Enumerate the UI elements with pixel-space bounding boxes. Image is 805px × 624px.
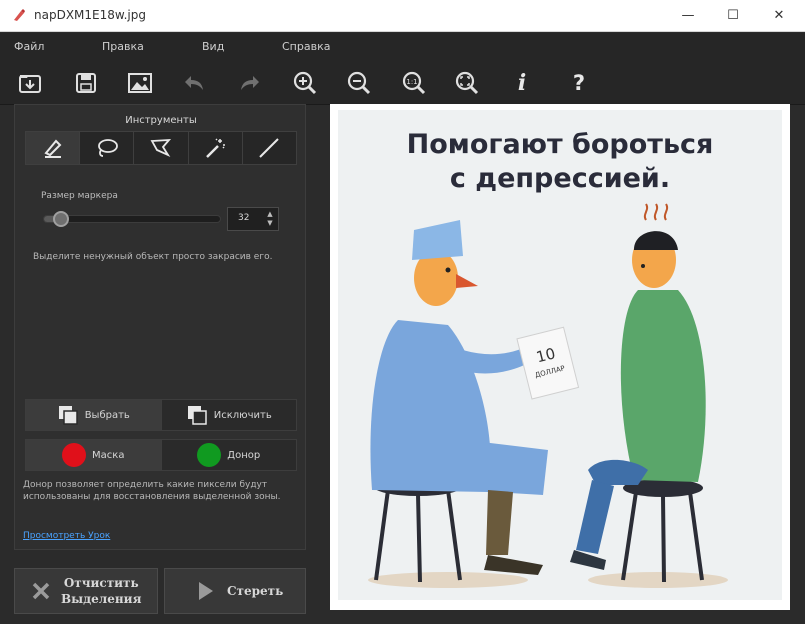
close-icon: ✕ (773, 7, 785, 23)
app-icon (14, 9, 25, 21)
tools-panel-header: Инструменты (125, 115, 197, 126)
open-icon (19, 75, 41, 93)
image-button[interactable] (126, 69, 154, 97)
donor-color-dot (197, 443, 222, 467)
view-lesson-link[interactable]: Просмотреть Урок (23, 531, 110, 541)
clear-x-icon (32, 582, 50, 600)
tool-magic-wand[interactable] (189, 132, 243, 164)
pencil-icon (44, 139, 62, 158)
mask-mode-label: Маска (92, 449, 125, 461)
selection-mode-toggle: Выбрать Исключить (25, 399, 297, 431)
menu-file[interactable]: Файл (14, 40, 44, 53)
donor-mode-label: Донор (227, 449, 261, 461)
maximize-button[interactable]: ☐ (718, 4, 748, 26)
spin-arrows-icon[interactable]: ▲ ▼ (265, 210, 275, 228)
erase-label: Стереть (227, 584, 284, 598)
zoom-1to1-button[interactable]: 1:1 (400, 69, 428, 97)
marker-size-slider-handle[interactable] (53, 211, 69, 227)
zoom-fit-icon (455, 71, 479, 95)
exclude-mode-button[interactable]: Исключить (161, 400, 296, 430)
poster-image: Помогают бороться с депрессией. 10 ДОЛЛА… (338, 110, 782, 600)
toolbar: 1:1 i ? (0, 61, 805, 105)
image-icon (128, 73, 152, 93)
open-button[interactable] (16, 69, 44, 97)
clear-selection-label: Отчистить Выделения (61, 575, 141, 607)
magic-wand-icon (206, 138, 226, 158)
tool-line[interactable] (243, 132, 296, 164)
zoom-in-icon (293, 71, 317, 95)
close-button[interactable]: ✕ (764, 4, 794, 26)
help-button[interactable]: ? (565, 69, 593, 97)
select-mode-button[interactable]: Выбрать (26, 400, 162, 430)
exclude-mode-icon (187, 406, 207, 425)
marker-size-label: Размер маркера (41, 191, 118, 201)
redo-icon (241, 76, 259, 90)
zoom-out-icon (347, 71, 371, 95)
zoom-fit-button[interactable] (453, 69, 481, 97)
exclude-mode-label: Исключить (213, 409, 272, 421)
zoom-1to1-icon: 1:1 (402, 71, 426, 95)
save-icon (76, 73, 96, 93)
marker-size-spinbox[interactable]: 32 ▲ ▼ (227, 207, 279, 231)
zoom-out-button[interactable] (345, 69, 373, 97)
marker-size-slider[interactable] (43, 215, 221, 223)
mask-mode-button[interactable]: Маска (26, 440, 162, 470)
maximize-icon: ☐ (727, 7, 739, 23)
lasso-icon (97, 139, 118, 157)
zoom-in-button[interactable] (291, 69, 319, 97)
title-bar: napDXM1E18w.jpg — ☐ ✕ (0, 0, 805, 32)
tool-polygon-lasso[interactable] (134, 132, 189, 164)
save-button[interactable] (72, 69, 100, 97)
info-button[interactable]: i (508, 69, 536, 97)
donor-hint-text: Донор позволяет определить какие пиксели… (23, 480, 281, 502)
play-icon (199, 582, 213, 600)
mask-color-dot (62, 443, 87, 467)
undo-icon (185, 76, 203, 90)
brush-mode-toggle: Маска Донор (25, 439, 297, 471)
tool-lasso[interactable] (80, 132, 135, 164)
polygon-lasso-icon (150, 138, 172, 158)
erase-button[interactable]: Стереть (164, 568, 306, 614)
marker-size-value: 32 (238, 213, 250, 223)
svg-text:1:1: 1:1 (406, 78, 417, 86)
window-title: napDXM1E18w.jpg (34, 8, 146, 22)
info-icon: i (517, 70, 527, 96)
tools-panel: Инструменты Размер маркера 32 ▲ ▼ Выделит… (14, 104, 306, 550)
select-mode-icon (58, 406, 78, 425)
menu-edit[interactable]: Правка (102, 40, 144, 53)
tool-hint-text: Выделите ненужный объект просто закрасив… (33, 252, 273, 262)
minimize-icon: — (681, 7, 695, 23)
clear-label-line2: Выделения (61, 592, 142, 606)
redo-button[interactable] (236, 69, 264, 97)
donor-mode-button[interactable]: Донор (161, 440, 296, 470)
menu-help[interactable]: Справка (282, 40, 330, 53)
undo-button[interactable] (180, 69, 208, 97)
poster-illustration: 10 ДОЛЛАР (368, 203, 728, 588)
minimize-button[interactable]: — (673, 4, 703, 26)
tool-selector (25, 131, 297, 165)
menu-view[interactable]: Вид (202, 40, 224, 53)
image-canvas[interactable]: Помогают бороться с депрессией. 10 ДОЛЛА… (330, 104, 790, 610)
menu-bar: Файл Правка Вид Справка (0, 33, 805, 61)
help-icon: ? (572, 71, 586, 95)
select-mode-label: Выбрать (84, 409, 130, 421)
tool-pencil[interactable] (26, 132, 81, 164)
line-icon (259, 138, 280, 158)
clear-selection-button[interactable]: Отчистить Выделения (14, 568, 158, 614)
clear-label-line1: Отчистить (63, 576, 139, 590)
